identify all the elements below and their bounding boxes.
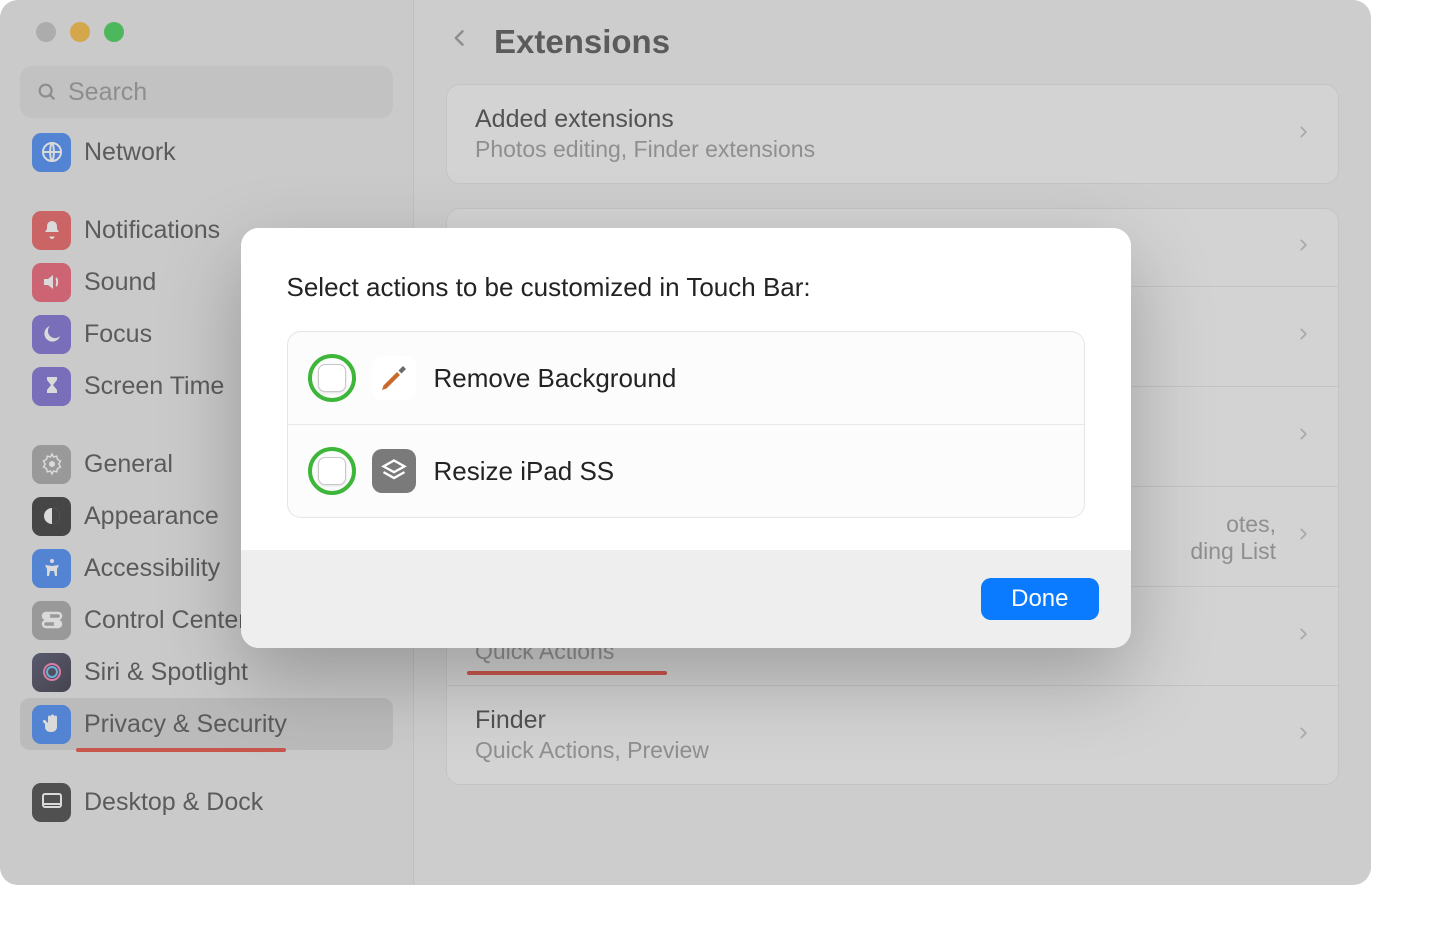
action-list: Remove Background Resize iPad SS	[287, 331, 1085, 518]
action-label: Resize iPad SS	[434, 456, 615, 487]
checkbox-highlight	[308, 447, 356, 495]
action-row-remove-background[interactable]: Remove Background	[288, 332, 1084, 425]
touchbar-actions-modal: Select actions to be customized in Touch…	[241, 228, 1131, 648]
action-row-resize-ipad-ss[interactable]: Resize iPad SS	[288, 425, 1084, 517]
modal-overlay: Select actions to be customized in Touch…	[0, 0, 1371, 885]
layers-icon	[372, 449, 416, 493]
modal-title: Select actions to be customized in Touch…	[287, 272, 1085, 303]
brush-icon	[372, 356, 416, 400]
checkbox[interactable]	[318, 457, 346, 485]
done-button[interactable]: Done	[981, 578, 1098, 620]
action-label: Remove Background	[434, 363, 677, 394]
checkbox[interactable]	[318, 364, 346, 392]
checkbox-highlight	[308, 354, 356, 402]
